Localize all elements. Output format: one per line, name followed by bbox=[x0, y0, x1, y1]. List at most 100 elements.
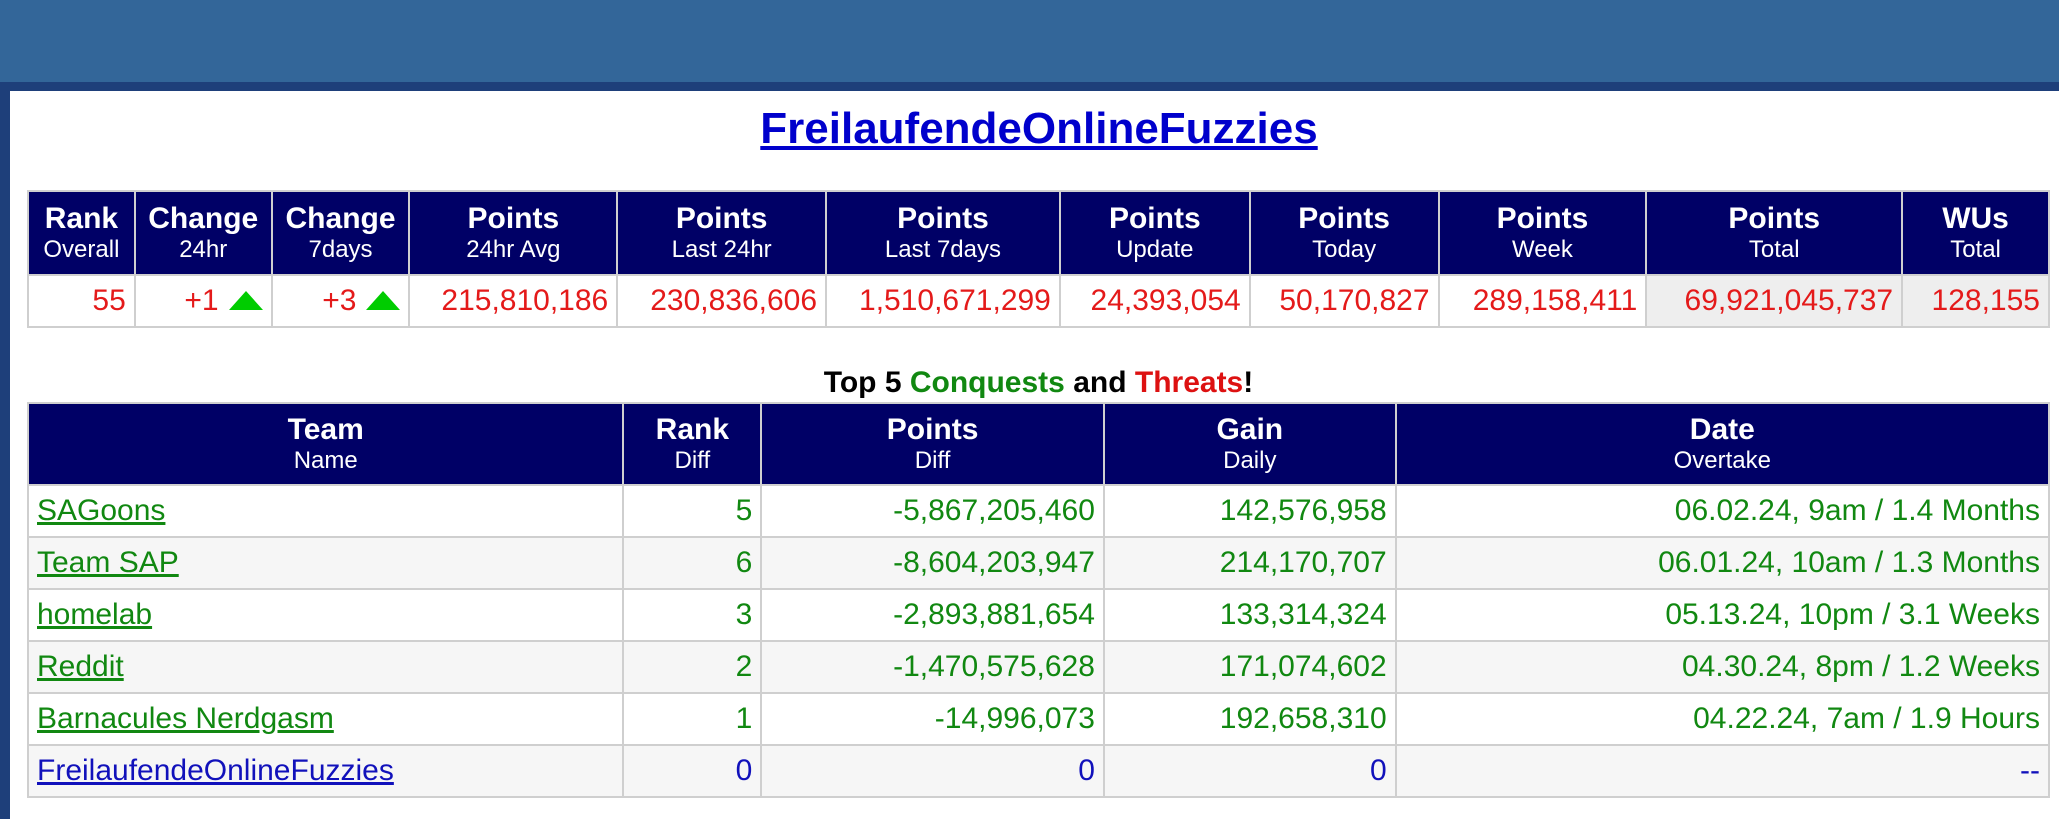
header-top: Points bbox=[1496, 202, 1589, 235]
points-last-7days-value: 1,510,671,299 bbox=[825, 274, 1061, 328]
header-top: Points bbox=[1728, 202, 1821, 235]
team-name-cell: SAGoons bbox=[26, 484, 625, 538]
change-7days-cell: +3 bbox=[270, 274, 411, 328]
points-last-24hr-value: 230,836,606 bbox=[616, 274, 828, 328]
team-link[interactable]: SAGoons bbox=[37, 494, 165, 527]
table-row: SAGoons 5 -5,867,205,460 142,576,958 06.… bbox=[26, 484, 2051, 538]
header-top: Date bbox=[1689, 413, 1755, 446]
team-name-cell: Barnacules Nerdgasm bbox=[26, 692, 625, 746]
change-24hr-cell: +1 bbox=[133, 274, 273, 328]
overtake-value: 06.02.24, 9am / 1.4 Months bbox=[1394, 484, 2051, 538]
header-points-diff: Points Diff bbox=[760, 402, 1105, 486]
header-bottom: Total bbox=[1950, 236, 2001, 263]
header-rank-overall: Rank Overall bbox=[27, 190, 136, 276]
header-bottom: Overall bbox=[43, 236, 120, 263]
header-bottom: Daily bbox=[1223, 447, 1277, 474]
points-diff-value: -2,893,881,654 bbox=[760, 588, 1105, 642]
team-name-cell: homelab bbox=[26, 588, 625, 642]
header-change-24hr: Change 24hr bbox=[133, 190, 273, 276]
header-gain-daily: Gain Daily bbox=[1102, 402, 1397, 486]
points-diff-value: -14,996,073 bbox=[760, 692, 1105, 746]
gain-daily-value: 142,576,958 bbox=[1102, 484, 1397, 538]
header-points-last-7days: Points Last 7days bbox=[825, 190, 1061, 276]
rank-diff-value: 3 bbox=[622, 588, 763, 642]
change-24hr-value: +1 bbox=[184, 284, 219, 317]
header-date-overtake: Date Overtake bbox=[1394, 402, 2051, 486]
heading-threats: Threats bbox=[1134, 366, 1244, 399]
conquests-header-row: Team Name Rank Diff Points Diff Gain Daily D… bbox=[26, 402, 2051, 486]
wus-total-value: 128,155 bbox=[1901, 274, 2050, 328]
header-top: Gain bbox=[1216, 413, 1284, 446]
points-diff-value: -1,470,575,628 bbox=[760, 640, 1105, 694]
header-bottom: Overtake bbox=[1673, 447, 1771, 474]
header-points-week: Points Week bbox=[1437, 190, 1648, 276]
points-update-value: 24,393,054 bbox=[1058, 274, 1251, 328]
header-bottom: Diff bbox=[914, 447, 951, 474]
header-top: Points bbox=[675, 202, 768, 235]
header-top: Points bbox=[1298, 202, 1390, 235]
header-top: Points bbox=[886, 413, 979, 446]
rank-diff-value: 0 bbox=[622, 744, 763, 798]
header-bottom: Update bbox=[1116, 236, 1194, 263]
team-name-cell: Team SAP bbox=[26, 536, 625, 590]
table-row: Barnacules Nerdgasm 1 -14,996,073 192,65… bbox=[26, 692, 2051, 746]
header-top: Change bbox=[285, 202, 396, 235]
gain-daily-value: 171,074,602 bbox=[1102, 640, 1397, 694]
points-diff-value: -5,867,205,460 bbox=[760, 484, 1105, 538]
table-row: Team SAP 6 -8,604,203,947 214,170,707 06… bbox=[26, 536, 2051, 590]
team-title-link[interactable]: FreilaufendeOnlineFuzzies bbox=[0, 100, 2059, 158]
header-bottom: Last 7days bbox=[884, 236, 1001, 263]
heading-suffix: ! bbox=[1243, 366, 1254, 399]
overtake-value: 05.13.24, 10pm / 3.1 Weeks bbox=[1394, 588, 2051, 642]
overtake-value: -- bbox=[1394, 744, 2051, 798]
header-bottom: Name bbox=[293, 447, 358, 474]
points-total-value: 69,921,045,737 bbox=[1645, 274, 1904, 328]
team-link[interactable]: Team SAP bbox=[37, 546, 179, 579]
rank-diff-value: 6 bbox=[622, 536, 763, 590]
header-top: Points bbox=[467, 202, 560, 235]
heading-and: and bbox=[1064, 366, 1135, 399]
team-link[interactable]: FreilaufendeOnlineFuzzies bbox=[37, 754, 394, 787]
header-bottom: Today bbox=[1312, 236, 1377, 263]
header-change-7days: Change 7days bbox=[270, 190, 411, 276]
header-top: WUs bbox=[1942, 202, 2009, 235]
header-bottom: Total bbox=[1748, 236, 1800, 263]
header-wus-total: WUs Total bbox=[1901, 190, 2050, 276]
rank-diff-value: 1 bbox=[622, 692, 763, 746]
rank-diff-value: 2 bbox=[622, 640, 763, 694]
rank-overall-value: 55 bbox=[27, 274, 136, 328]
header-top: Change bbox=[148, 202, 259, 235]
header-bottom: 7days bbox=[308, 236, 373, 263]
header-team-name: Team Name bbox=[26, 402, 625, 486]
header-points-today: Points Today bbox=[1248, 190, 1440, 276]
banner-stripe bbox=[0, 82, 2059, 91]
conquests-table: Team Name Rank Diff Points Diff Gain Daily D… bbox=[26, 402, 2051, 798]
table-row: Reddit 2 -1,470,575,628 171,074,602 04.3… bbox=[26, 640, 2051, 694]
summary-header-row: Rank Overall Change 24hr Change 7days Point… bbox=[27, 190, 2050, 276]
team-link[interactable]: Reddit bbox=[37, 650, 124, 683]
header-bottom: 24hr bbox=[179, 236, 228, 263]
overtake-value: 04.30.24, 8pm / 1.2 Weeks bbox=[1394, 640, 2051, 694]
points-today-value: 50,170,827 bbox=[1248, 274, 1440, 328]
header-top: Points bbox=[1108, 202, 1201, 235]
heading-prefix: Top 5 bbox=[823, 366, 910, 399]
team-link[interactable]: Barnacules Nerdgasm bbox=[37, 702, 334, 735]
heading-conquests: Conquests bbox=[909, 366, 1065, 399]
header-rank-diff: Rank Diff bbox=[622, 402, 763, 486]
table-row: homelab 3 -2,893,881,654 133,314,324 05.… bbox=[26, 588, 2051, 642]
header-top: Rank bbox=[44, 202, 119, 235]
header-top: Rank bbox=[655, 413, 730, 446]
points-diff-value: 0 bbox=[760, 744, 1105, 798]
team-name-cell: FreilaufendeOnlineFuzzies bbox=[26, 744, 625, 798]
points-diff-value: -8,604,203,947 bbox=[760, 536, 1105, 590]
change-7days-value: +3 bbox=[322, 284, 357, 317]
rank-diff-value: 5 bbox=[622, 484, 763, 538]
team-summary-table: Rank Overall Change 24hr Change 7days Point… bbox=[27, 190, 2050, 328]
top-banner bbox=[0, 0, 2059, 82]
points-24hr-avg-value: 215,810,186 bbox=[408, 274, 619, 328]
up-arrow-icon bbox=[366, 290, 401, 310]
header-points-24hr-avg: Points 24hr Avg bbox=[408, 190, 619, 276]
team-link[interactable]: homelab bbox=[37, 598, 152, 631]
header-points-total: Points Total bbox=[1645, 190, 1904, 276]
up-arrow-icon bbox=[228, 290, 263, 310]
